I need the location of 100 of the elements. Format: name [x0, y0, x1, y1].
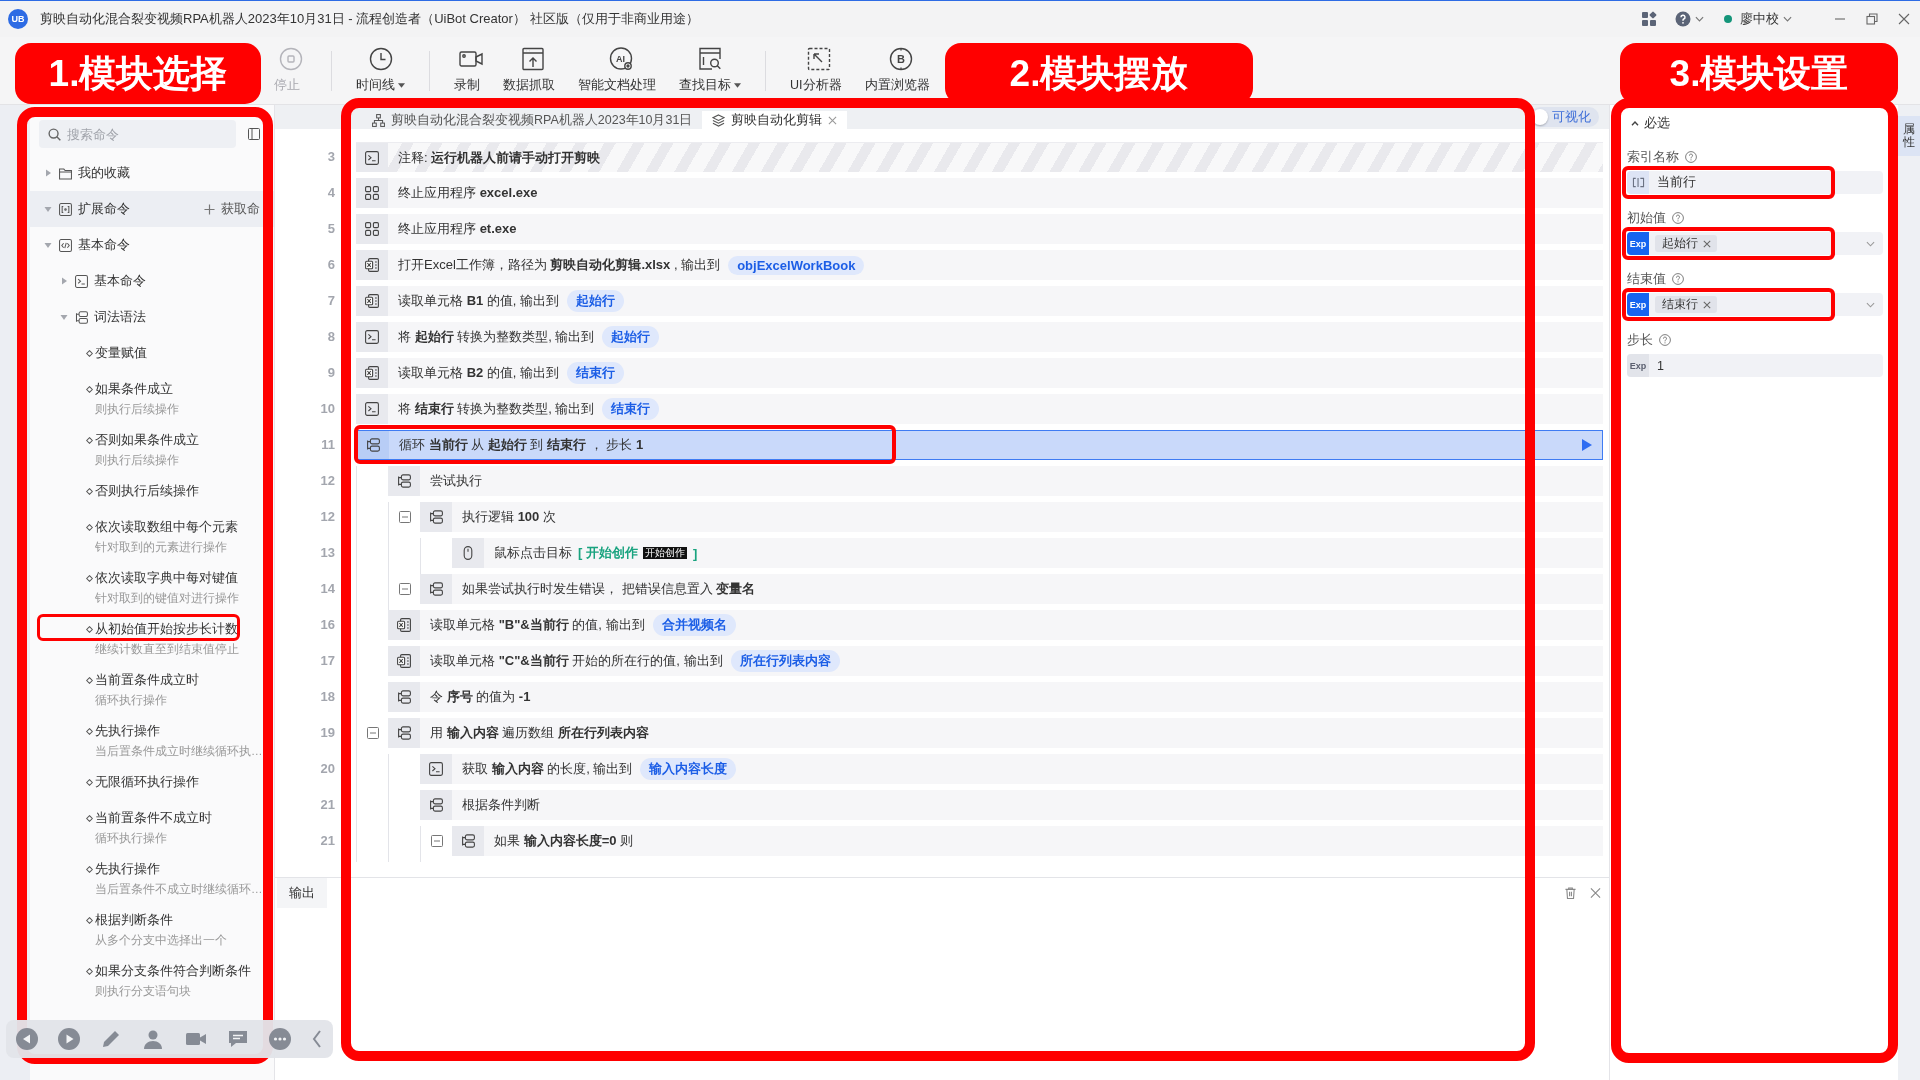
step-block[interactable]: 读取单元格 B2 的值, 输出到 结束行 [356, 358, 1603, 388]
play-icon[interactable] [1582, 439, 1592, 451]
apps-icon[interactable] [1641, 11, 1657, 27]
input-field[interactable]: Exp 起始行 [1627, 232, 1883, 255]
section-header[interactable]: 必选 [1631, 114, 1883, 132]
step-block[interactable]: 根据条件判断 [420, 790, 1603, 820]
command-name[interactable]: 根据判断条件 [95, 911, 173, 929]
help-icon[interactable] [1659, 334, 1671, 346]
step-block[interactable]: 终止应用程序 excel.exe [356, 178, 1603, 208]
remove-icon[interactable] [1703, 239, 1711, 248]
step-block[interactable]: 尝试执行 [388, 466, 1603, 496]
step-block[interactable]: 如果尝试执行时发生错误， 把错误信息置入 变量名 [420, 574, 1603, 604]
chat-icon[interactable] [226, 1028, 249, 1050]
input-field[interactable]: Exp 结束行 [1627, 293, 1883, 316]
step-block[interactable]: 用 输入内容 遍历数组 所在行列表内容 [388, 718, 1603, 748]
step-block[interactable]: 鼠标点击目标 [ 开始创作 开始创作 ] [452, 538, 1603, 568]
comment-step[interactable]: 注释: 运行机器人前请手动打开剪映 [356, 142, 1603, 172]
caret-icon[interactable] [44, 169, 52, 177]
input-field[interactable]: Exp 1 [1627, 354, 1883, 377]
step-block[interactable]: 将 起始行 转换为整数类型, 输出到 起始行 [356, 322, 1603, 352]
chevron-down-icon[interactable] [1866, 301, 1875, 308]
trash-icon[interactable] [1565, 887, 1576, 899]
caret-icon[interactable] [60, 313, 68, 321]
step-block[interactable]: 读取单元格 "B"&当前行 的值, 输出到 合并视频名 [388, 610, 1603, 640]
help-icon[interactable] [1685, 151, 1697, 163]
command-name[interactable]: 先执行操作 [95, 860, 160, 878]
tree-item[interactable]: 扩展命令 获取命 [30, 191, 274, 227]
command-name[interactable]: 从初始值开始按步长计数 [95, 620, 238, 638]
step-block[interactable]: 终止应用程序 et.exe [356, 214, 1603, 244]
command-name[interactable]: 当前置条件不成立时 [95, 809, 212, 827]
editor-tab[interactable]: 剪映自动化剪辑 [702, 111, 848, 129]
line-number: 12 [319, 472, 336, 490]
command-name[interactable]: 否则执行后续操作 [95, 482, 199, 500]
expression-badge[interactable]: Exp [1627, 293, 1649, 316]
get-commands-button[interactable]: 获取命 [204, 200, 260, 218]
command-name[interactable]: 无限循环执行操作 [95, 773, 199, 791]
timeline-button[interactable]: 时间线 [348, 47, 413, 94]
caret-icon[interactable] [60, 277, 68, 285]
caret-icon[interactable] [1695, 16, 1704, 22]
line-number: 5 [326, 220, 336, 238]
help-icon[interactable] [1675, 11, 1691, 27]
step-block[interactable]: 循环 当前行 从 起始行 到 结束行 ， 步长 1 [356, 430, 1603, 460]
caret-icon[interactable] [44, 241, 52, 249]
restore-icon[interactable] [1866, 13, 1878, 25]
window-arrow-icon [520, 47, 545, 71]
dock-tab[interactable]: 属性 [1898, 116, 1920, 157]
editor-tab[interactable]: 剪映自动化混合裂变视频RPA机器人2023年10月31日 [362, 111, 703, 129]
step-text: 读取单元格 B2 的值, 输出到 [398, 364, 560, 382]
help-icon[interactable] [1672, 273, 1684, 285]
collapse-icon[interactable] [430, 835, 443, 847]
command-name[interactable]: 否则如果条件成立 [95, 431, 199, 449]
close-icon[interactable] [1898, 13, 1910, 25]
chevron-left-icon[interactable] [311, 1028, 323, 1050]
command-name[interactable]: 变量赋值 [95, 344, 147, 362]
collapse-icon[interactable] [398, 583, 411, 595]
collapse-icon[interactable] [398, 511, 411, 523]
output-tab[interactable]: 输出 [277, 878, 327, 908]
command-name[interactable]: 依次读取数组中每个元素 [95, 518, 238, 536]
search-field[interactable]: 搜索命令 [39, 120, 236, 148]
step-block[interactable]: 打开Excel工作簿，路径为 剪映自动化剪辑.xlsx , 输出到 objExcelWorkBook [356, 250, 1603, 280]
document-processing-button[interactable]: AI 智能文档处理 [570, 47, 671, 94]
command-name[interactable]: 当前置条件成立时 [95, 671, 199, 689]
step-block[interactable]: 读取单元格 "C"&当前行 开始的所在行的值, 输出到 所在行列表内容 [388, 646, 1603, 676]
close-icon[interactable] [828, 115, 838, 125]
user-menu[interactable]: 廖中校 [1724, 10, 1792, 28]
previous-icon[interactable] [16, 1028, 38, 1050]
command-name[interactable]: 先执行操作 [95, 722, 160, 740]
remove-icon[interactable] [1703, 300, 1711, 309]
more-icon[interactable] [268, 1028, 291, 1050]
tree-item[interactable]: 基本命令 [30, 263, 274, 299]
tree-item[interactable]: 基本命令 [30, 227, 274, 263]
caret-icon[interactable] [44, 205, 52, 213]
panel-toggle-icon[interactable] [248, 128, 260, 140]
step-block[interactable]: 获取 输入内容 的长度, 输出到 输入内容长度 [420, 754, 1603, 784]
ui-inspector-button[interactable]: UI分析器 [782, 47, 857, 94]
person-icon[interactable] [142, 1028, 165, 1050]
command-name[interactable]: 如果条件成立 [95, 380, 173, 398]
ai-circle-icon: AI [608, 47, 633, 71]
close-icon[interactable] [1590, 887, 1601, 899]
step-block[interactable]: 如果 输入内容长度=0 则 [452, 826, 1603, 856]
command-name[interactable]: 依次读取字典中每对键值 [95, 569, 238, 587]
expression-badge[interactable]: Exp [1627, 232, 1649, 255]
collapse-icon[interactable] [366, 727, 379, 739]
tree-item[interactable]: 词法语法 [30, 299, 274, 335]
step-block[interactable]: 执行逻辑 100 次 [420, 502, 1603, 532]
help-icon[interactable] [1672, 212, 1684, 224]
data-scrape-button[interactable]: 数据抓取 [495, 47, 570, 94]
step-block[interactable]: 读取单元格 B1 的值, 输出到 起始行 [356, 286, 1603, 316]
step-text: 用 输入内容 遍历数组 所在行列表内容 [430, 724, 649, 742]
play-icon[interactable] [58, 1028, 81, 1050]
chevron-down-icon[interactable] [1866, 240, 1875, 247]
step-block[interactable]: 将 结束行 转换为整数类型, 输出到 结束行 [356, 394, 1603, 424]
browser-button[interactable]: B 内置浏览器 [856, 47, 945, 94]
input-field[interactable]: 当前行 [1627, 171, 1883, 194]
step-block[interactable]: 令 序号 的值为 -1 [388, 682, 1603, 712]
tree-item[interactable]: 我的收藏 [30, 155, 274, 191]
record-button[interactable]: 录制 [446, 47, 495, 94]
find-target-button[interactable]: 查找目标 [671, 47, 749, 94]
command-name[interactable]: 如果分支条件符合判断条件 [95, 962, 251, 980]
expression-badge[interactable]: Exp [1627, 354, 1649, 377]
